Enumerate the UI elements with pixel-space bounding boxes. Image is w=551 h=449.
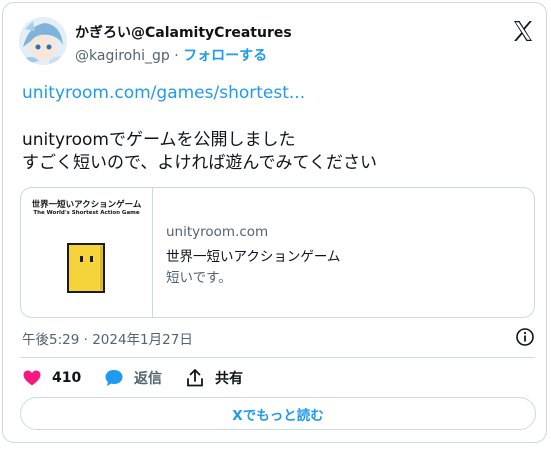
share-icon xyxy=(187,369,203,387)
share-label: 共有 xyxy=(215,371,243,387)
game-character-image xyxy=(67,243,105,293)
preview-thumbnail[interactable]: 世界一短いアクションゲーム The World's Shortest Actio… xyxy=(21,188,153,317)
thumbnail-title: 世界一短いアクションゲーム xyxy=(31,200,142,210)
separator-dot: · xyxy=(174,48,179,64)
author-handle[interactable]: @kagirohi_gp xyxy=(75,48,170,64)
link-preview-card[interactable]: 世界一短いアクションゲーム The World's Shortest Actio… xyxy=(20,187,535,318)
embedded-tweet-card: かぎろい@CalamityCreatures @kagirohi_gp · フォ… xyxy=(2,2,547,443)
tweet-text-line: unityroomでゲームを公開しました xyxy=(22,130,296,150)
x-logo-icon[interactable] xyxy=(511,19,535,43)
divider xyxy=(20,357,535,358)
follow-button[interactable]: フォローする xyxy=(183,48,267,64)
preview-domain: unityroom.com xyxy=(166,224,269,240)
reply-button[interactable]: 返信 xyxy=(104,368,162,388)
author-handle-row: @kagirohi_gp · フォローする xyxy=(75,45,267,65)
preview-description: 短いです。 xyxy=(166,270,232,286)
info-icon[interactable] xyxy=(515,327,535,347)
author-avatar[interactable] xyxy=(19,17,67,65)
tweet-text: unityroomでゲームを公開しました すごく短いので、よければ遊んでみてくだ… xyxy=(22,129,377,175)
heart-icon xyxy=(23,370,41,386)
reply-label: 返信 xyxy=(134,371,162,387)
tweet-text-line: すごく短いので、よければ遊んでみてください xyxy=(22,153,377,173)
thumbnail-subtitle: The World's Shortest Action Game xyxy=(33,210,140,216)
like-count: 410 xyxy=(52,370,82,386)
share-button[interactable]: 共有 xyxy=(185,368,243,388)
tweet-timestamp[interactable]: 午後5:29 · 2024年1月27日 xyxy=(22,328,193,348)
tweet-link[interactable]: unityroom.com/games/shortest... xyxy=(22,83,305,103)
preview-title: 世界一短いアクションゲーム xyxy=(166,249,341,265)
read-more-label: Xでもっと読む xyxy=(232,407,324,424)
like-button[interactable]: 410 xyxy=(22,368,81,388)
reply-bubble-icon xyxy=(105,370,123,386)
read-more-button[interactable]: Xでもっと読む xyxy=(20,397,536,430)
author-display-name[interactable]: かぎろい@CalamityCreatures xyxy=(75,22,292,42)
